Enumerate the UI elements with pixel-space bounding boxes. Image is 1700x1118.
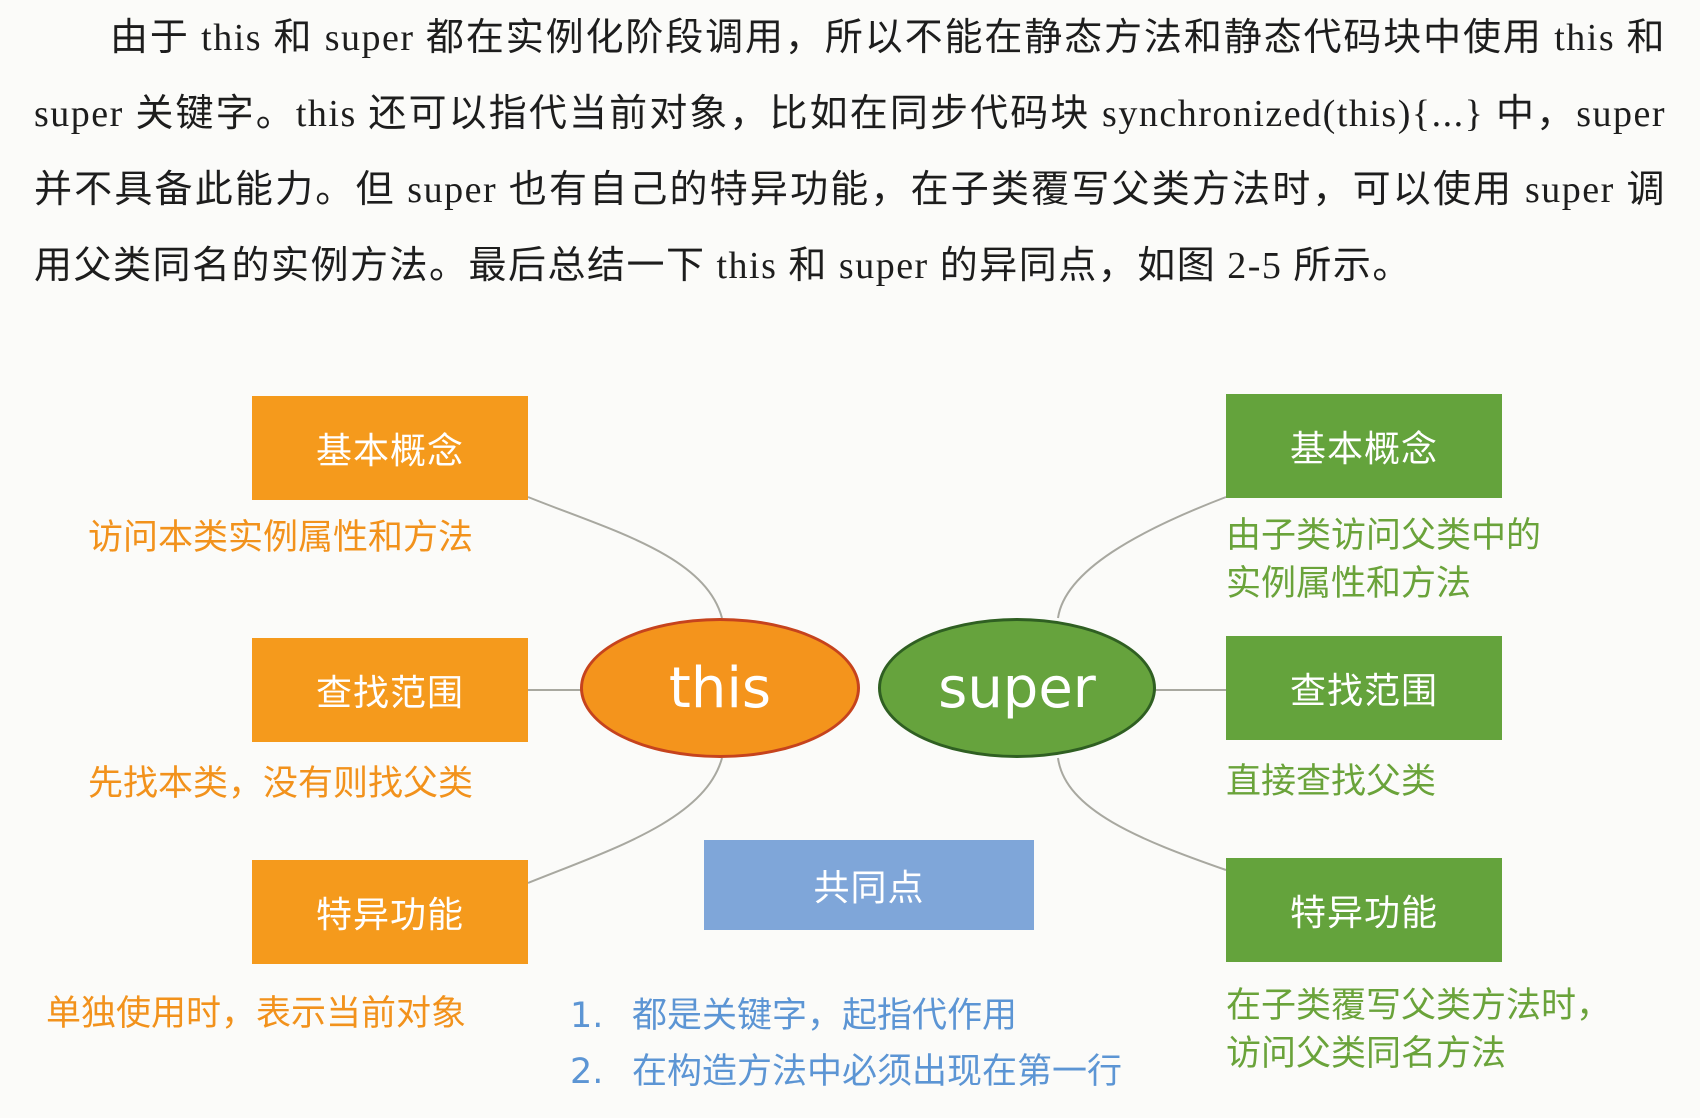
this-special-feature-title: 特异功能 bbox=[315, 895, 464, 936]
super-special-feature-box: 特异功能 bbox=[1226, 858, 1502, 962]
super-basic-concept-desc-line: 实例属性和方法 bbox=[1226, 564, 1472, 604]
this-basic-connector bbox=[527, 496, 723, 619]
common-point-text: 都是关键字，起指代作用 bbox=[632, 996, 1018, 1036]
super-special-feature-desc-line: 在子类覆写父类方法时， bbox=[1226, 986, 1612, 1026]
super-scope-title: 查找范围 bbox=[1289, 671, 1438, 712]
super-special-feature-desc-line: 访问父类同名方法 bbox=[1226, 1034, 1507, 1074]
this-scope-box: 查找范围 bbox=[252, 638, 528, 742]
super-special-feature-desc: 在子类覆写父类方法时， 访问父类同名方法 bbox=[1226, 982, 1611, 1078]
common-points-list: 1. 都是关键字，起指代作用 2. 在构造方法中必须出现在第一行 bbox=[570, 988, 1122, 1100]
this-scope-desc: 先找本类，没有则找父类 bbox=[88, 764, 474, 804]
this-special-connector bbox=[527, 757, 723, 884]
super-basic-concept-desc: 由子类访问父类中的 实例属性和方法 bbox=[1226, 512, 1541, 608]
common-point-item: 2. 在构造方法中必须出现在第一行 bbox=[570, 1044, 1122, 1100]
super-scope-desc: 直接查找父类 bbox=[1226, 758, 1436, 806]
this-basic-concept-title: 基本概念 bbox=[315, 431, 464, 472]
common-points-title: 共同点 bbox=[813, 868, 925, 909]
super-basic-concept-title: 基本概念 bbox=[1289, 429, 1438, 470]
super-scope-box: 查找范围 bbox=[1226, 636, 1502, 740]
this-special-feature-box: 特异功能 bbox=[252, 860, 528, 964]
this-scope-title: 查找范围 bbox=[315, 673, 464, 714]
super-node-label: super bbox=[938, 655, 1096, 721]
super-special-connector bbox=[1057, 757, 1227, 871]
this-special-feature-desc: 单独使用时，表示当前对象 bbox=[46, 994, 467, 1034]
this-basic-concept-desc: 访问本类实例属性和方法 bbox=[88, 518, 474, 558]
common-points-box: 共同点 bbox=[704, 840, 1034, 930]
super-special-feature-title: 特异功能 bbox=[1289, 893, 1438, 934]
common-point-number: 1. bbox=[570, 996, 604, 1036]
super-basic-concept-desc-line: 由子类访问父类中的 bbox=[1226, 516, 1542, 556]
this-basic-concept-box: 基本概念 bbox=[252, 396, 528, 500]
super-scope-desc-line: 直接查找父类 bbox=[1226, 762, 1437, 802]
super-node: super bbox=[878, 618, 1156, 758]
common-point-item: 1. 都是关键字，起指代作用 bbox=[570, 988, 1122, 1044]
this-node: this bbox=[580, 618, 860, 758]
this-node-label: this bbox=[668, 655, 772, 721]
common-point-text: 在构造方法中必须出现在第一行 bbox=[632, 1052, 1123, 1092]
super-basic-concept-box: 基本概念 bbox=[1226, 394, 1502, 498]
super-basic-connector bbox=[1057, 496, 1227, 619]
common-point-number: 2. bbox=[570, 1052, 604, 1092]
